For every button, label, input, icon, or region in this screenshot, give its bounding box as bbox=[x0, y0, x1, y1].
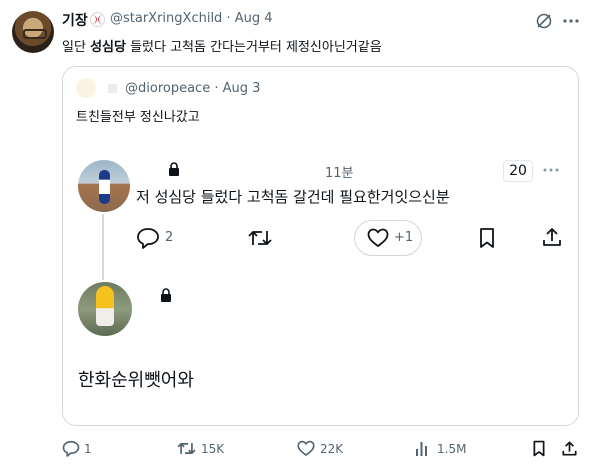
quote-name-placeholder bbox=[108, 84, 117, 93]
reply-count[interactable]: 1 bbox=[84, 442, 92, 456]
display-name[interactable]: 기장 bbox=[62, 10, 88, 30]
quote-handle-and-date[interactable]: @dioropeace · Aug 3 bbox=[125, 81, 260, 96]
retweet-icon[interactable] bbox=[176, 440, 197, 457]
lock-icon bbox=[169, 162, 179, 176]
screenshot-text: 저 성심당 들렀다 고척돔 갈건데 필요한거잇으신분 bbox=[136, 188, 450, 206]
screenshot-like-count: +1 bbox=[394, 230, 414, 245]
views-icon[interactable] bbox=[415, 440, 431, 457]
screenshot-avatar-mascot bbox=[78, 282, 132, 336]
screenshot-bookmark-icon bbox=[480, 228, 494, 248]
like-icon[interactable] bbox=[297, 440, 315, 457]
like-count[interactable]: 22K bbox=[320, 442, 343, 456]
quote-text: 트친들전부 정신나갔고 bbox=[76, 110, 200, 125]
screenshot-reply-text: 한화순위뺏어와 bbox=[78, 370, 194, 391]
screenshot-time: 11분 bbox=[325, 166, 354, 181]
screenshot-more-icon bbox=[543, 168, 559, 172]
grok-icon[interactable] bbox=[535, 12, 553, 30]
quote-author-avatar[interactable] bbox=[76, 78, 96, 98]
screenshot-retweet-icon bbox=[248, 231, 272, 245]
more-icon[interactable] bbox=[562, 12, 580, 30]
screenshot-reply-icon bbox=[137, 228, 159, 249]
screenshot-badge: 20 bbox=[503, 160, 533, 182]
tweet-text: 일단 성심당 들렀다 고척돔 간다는거부터 제정신아닌거같음 bbox=[62, 40, 382, 55]
share-icon[interactable] bbox=[561, 440, 578, 457]
baseball-emoji-icon bbox=[90, 12, 105, 27]
view-count[interactable]: 1.5M bbox=[437, 442, 466, 456]
lock-icon bbox=[161, 288, 171, 302]
thread-line bbox=[102, 214, 104, 280]
screenshot-avatar-player bbox=[78, 160, 130, 212]
screenshot-like-icon bbox=[367, 228, 389, 247]
reply-icon[interactable] bbox=[62, 440, 80, 457]
bookmark-icon[interactable] bbox=[532, 440, 546, 457]
screenshot-reply-count: 2 bbox=[165, 230, 174, 245]
repost-count[interactable]: 15K bbox=[201, 442, 224, 456]
handle-and-date[interactable]: @starXringXchild · Aug 4 bbox=[110, 11, 273, 26]
screenshot-share-icon bbox=[543, 228, 561, 246]
author-avatar[interactable] bbox=[12, 11, 54, 53]
